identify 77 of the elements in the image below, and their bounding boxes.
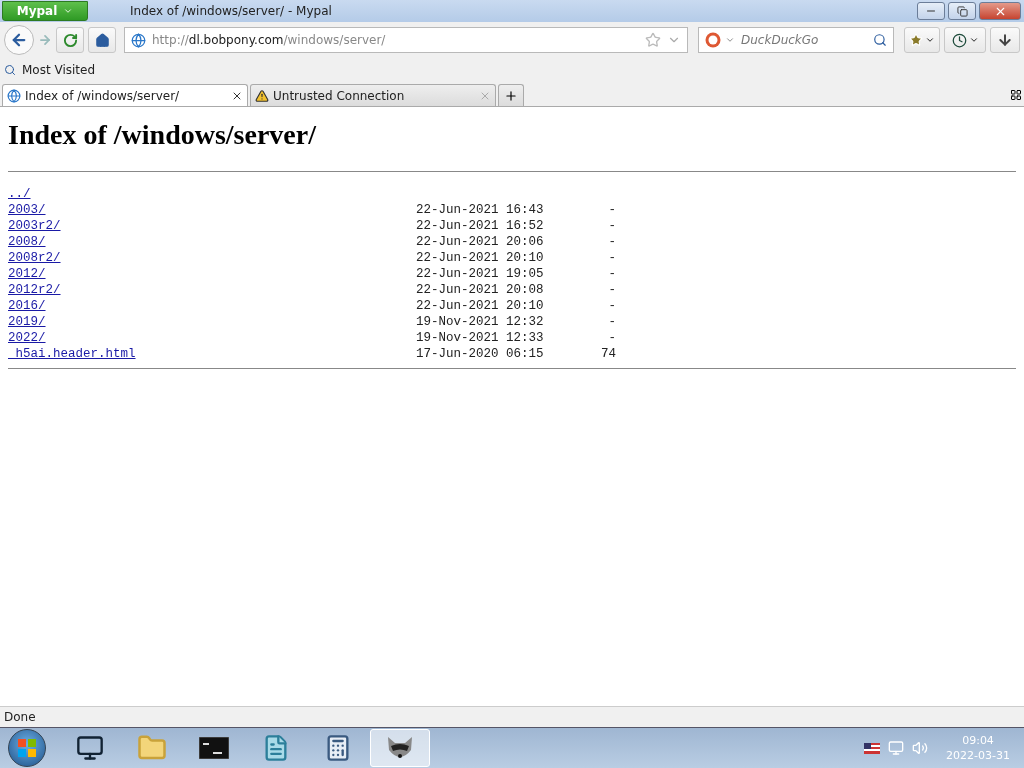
date-text: 19-Nov-2021 12:33 — [416, 330, 544, 346]
file-link[interactable]: ../ — [8, 186, 31, 202]
warning-icon — [255, 88, 269, 103]
windows-logo — [18, 739, 36, 757]
globe-icon — [131, 32, 146, 48]
date-text: 22-Jun-2021 20:10 — [416, 250, 544, 266]
file-link[interactable]: 2008r2/ — [8, 250, 61, 266]
clock-icon — [951, 32, 967, 48]
page-heading: Index of /windows/server/ — [8, 119, 317, 151]
reload-icon — [62, 32, 78, 48]
date-text: 22-Jun-2021 19:05 — [416, 266, 544, 282]
size-text: - — [608, 218, 616, 234]
window-title: Index of /windows/server/ - Mypal — [130, 4, 333, 18]
tab-label: Untrusted Connection — [273, 88, 406, 103]
downloads-button[interactable] — [990, 27, 1020, 53]
browser-tab[interactable]: Index of /windows/server/ — [2, 84, 248, 106]
date-text: 22-Jun-2021 20:08 — [416, 282, 544, 298]
browser-tab[interactable]: Untrusted Connection — [250, 84, 496, 106]
restore-button[interactable] — [948, 2, 976, 20]
back-button[interactable] — [4, 25, 34, 55]
taskbar-app[interactable] — [370, 729, 430, 767]
search-icon — [4, 64, 16, 76]
file-link[interactable]: 2003r2/ — [8, 218, 61, 234]
size-text: - — [608, 250, 616, 266]
dropdown-icon[interactable] — [725, 35, 735, 45]
search-box[interactable]: DuckDuckGo — [698, 27, 894, 53]
size-text: 74 — [601, 346, 616, 362]
size-text: - — [608, 266, 616, 282]
url-field[interactable]: http://dl.bobpony.com/windows/server/ — [124, 27, 688, 53]
file-link[interactable]: 2008/ — [8, 234, 46, 250]
file-link[interactable]: 2012r2/ — [8, 282, 61, 298]
size-text: - — [608, 282, 616, 298]
flag-icon[interactable] — [864, 742, 881, 754]
file-link[interactable]: 2003/ — [8, 202, 46, 218]
date-text: 22-Jun-2021 16:52 — [416, 218, 544, 234]
file-link[interactable]: 2016/ — [8, 298, 46, 314]
file-link[interactable]: 2019/ — [8, 314, 46, 330]
caret-icon — [63, 6, 74, 16]
size-text: - — [608, 298, 616, 314]
size-text: - — [608, 314, 616, 330]
bookmark-item[interactable]: Most Visited — [4, 63, 96, 77]
grid-icon[interactable] — [1010, 89, 1022, 101]
size-text: - — [608, 202, 616, 218]
download-icon — [997, 32, 1013, 48]
date-text: 22-Jun-2021 20:10 — [416, 298, 544, 314]
url-text: http://dl.bobpony.com/windows/server/ — [152, 33, 387, 47]
bookmarks-button[interactable] — [904, 27, 940, 53]
tab-label: Index of /windows/server/ — [25, 88, 181, 103]
status-text: Done — [4, 710, 36, 724]
date-text: 22-Jun-2021 16:43 — [416, 202, 544, 218]
caret-icon — [925, 35, 935, 45]
bookmark-star-icon[interactable] — [645, 32, 661, 48]
size-text: - — [608, 330, 616, 346]
close-button[interactable] — [979, 2, 1021, 20]
search-icon[interactable] — [873, 33, 887, 47]
minimize-button[interactable] — [917, 2, 945, 20]
home-button[interactable] — [88, 27, 116, 53]
restore-icon — [956, 5, 968, 17]
size-text: - — [608, 234, 616, 250]
date-text: 19-Nov-2021 12:32 — [416, 314, 544, 330]
file-link[interactable]: 2012/ — [8, 266, 46, 282]
reload-button[interactable] — [56, 27, 84, 53]
start-button[interactable] — [8, 729, 46, 767]
star-icon — [909, 33, 923, 47]
plus-icon — [504, 88, 518, 103]
history-button[interactable] — [944, 27, 986, 53]
back-icon — [10, 31, 28, 49]
file-link[interactable]: _h5ai.header.html — [8, 346, 136, 362]
date-text: 22-Jun-2021 20:06 — [416, 234, 544, 250]
file-link[interactable]: 2022/ — [8, 330, 46, 346]
caret-icon — [968, 35, 979, 45]
terminal-icon — [199, 737, 229, 759]
home-icon — [94, 32, 110, 48]
new-tab-button[interactable] — [498, 84, 524, 106]
monitor-icon — [76, 734, 104, 762]
date-text: 17-Jun-2020 06:15 — [416, 346, 544, 362]
globe-icon — [7, 88, 21, 103]
